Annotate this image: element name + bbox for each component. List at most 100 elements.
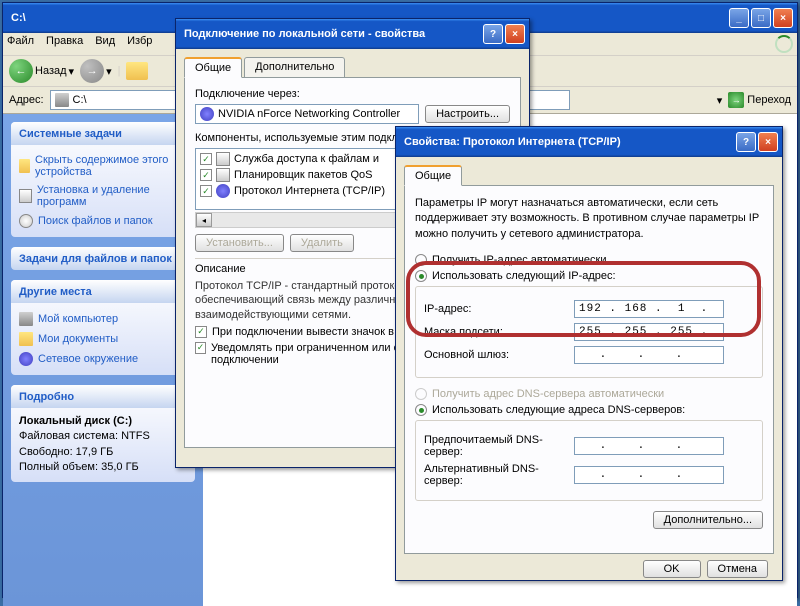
panel-header: Другие места bbox=[19, 286, 92, 298]
connect-via-label: Подключение через: bbox=[195, 88, 510, 100]
search-icon bbox=[19, 214, 33, 228]
install-button[interactable]: Установить... bbox=[195, 234, 284, 252]
radio-icon bbox=[415, 388, 427, 400]
tabstrip: Общие Дополнительно bbox=[184, 57, 521, 78]
radio-icon bbox=[415, 254, 427, 266]
ip-fieldset: IP-адрес: Маска подсети: Основной шлюз: bbox=[415, 286, 763, 378]
checkbox-icon[interactable]: ✓ bbox=[200, 153, 212, 165]
panel-system-tasks: Системные задачи⌃ Скрыть содержимое этог… bbox=[11, 122, 195, 237]
details-free: Свободно: 17,9 ГБ bbox=[19, 446, 113, 458]
sidebar-item-search[interactable]: Поиск файлов и папок bbox=[19, 211, 187, 231]
sidebar: Системные задачи⌃ Скрыть содержимое этог… bbox=[3, 114, 203, 606]
panel-file-tasks: Задачи для файлов и папок⌃ bbox=[11, 247, 195, 270]
sidebar-item-add-remove[interactable]: Установка и удаление программ bbox=[19, 181, 187, 211]
minimize-button[interactable]: _ bbox=[729, 8, 749, 28]
gateway-input[interactable] bbox=[574, 346, 724, 364]
dlg1-titlebar: Подключение по локальной сети - свойства… bbox=[176, 19, 529, 49]
radio-auto-dns: Получить адрес DNS-сервера автоматически bbox=[415, 388, 763, 400]
radio-icon bbox=[415, 404, 427, 416]
advanced-button[interactable]: Дополнительно... bbox=[653, 511, 763, 529]
panel-header: Подробно bbox=[19, 391, 74, 403]
radio-auto-ip[interactable]: Получить IP-адрес автоматически bbox=[415, 254, 763, 266]
menu-edit[interactable]: Правка bbox=[46, 35, 83, 53]
configure-button[interactable]: Настроить... bbox=[425, 105, 510, 123]
chevron-down-icon[interactable]: ▾ bbox=[717, 94, 723, 107]
computer-icon bbox=[19, 312, 33, 326]
chevron-down-icon: ▾ bbox=[106, 65, 112, 78]
checkbox-icon[interactable]: ✓ bbox=[200, 185, 212, 197]
preferred-dns-input[interactable] bbox=[574, 437, 724, 455]
drive-icon bbox=[55, 93, 69, 107]
throbber-icon bbox=[775, 35, 793, 53]
ip-label: IP-адрес: bbox=[424, 303, 574, 315]
forward-arrow-icon: → bbox=[80, 59, 104, 83]
go-button[interactable]: → Переход bbox=[728, 92, 791, 108]
sidebar-item-network[interactable]: Сетевое окружение bbox=[19, 349, 187, 369]
back-label: Назад bbox=[35, 65, 67, 77]
dlg1-title: Подключение по локальной сети - свойства bbox=[184, 28, 483, 40]
menu-fav[interactable]: Избр bbox=[127, 35, 152, 53]
programs-icon bbox=[19, 189, 32, 203]
maximize-button[interactable]: □ bbox=[751, 8, 771, 28]
show-icon-checkbox[interactable]: ✓ bbox=[195, 326, 207, 338]
sidebar-item-hide[interactable]: Скрыть содержимое этого устройства bbox=[19, 151, 187, 181]
tcpip-properties-dialog: Свойства: Протокол Интернета (TCP/IP) ? … bbox=[395, 126, 783, 581]
dns2-label: Альтернативный DNS-сервер: bbox=[424, 463, 574, 487]
forward-button[interactable]: → ▾ bbox=[80, 59, 112, 83]
radio-icon bbox=[415, 270, 427, 282]
details-fs: Файловая система: NTFS bbox=[19, 430, 150, 442]
chevron-down-icon: ▾ bbox=[69, 65, 75, 78]
ok-button[interactable]: OK bbox=[643, 560, 701, 578]
panel-details: Подробно⌃ Локальный диск (C:) Файловая с… bbox=[11, 385, 195, 482]
scroll-left-icon[interactable]: ◂ bbox=[196, 213, 212, 227]
menu-file[interactable]: Файл bbox=[7, 35, 34, 53]
go-arrow-icon: → bbox=[728, 92, 744, 108]
adapter-name: NVIDIA nForce Networking Controller bbox=[195, 104, 419, 124]
sidebar-item-computer[interactable]: Мой компьютер bbox=[19, 309, 187, 329]
details-total: Полный объем: 35,0 ГБ bbox=[19, 461, 139, 473]
address-label: Адрес: bbox=[9, 94, 44, 106]
tab-general[interactable]: Общие bbox=[184, 57, 242, 78]
cancel-button[interactable]: Отмена bbox=[707, 560, 768, 578]
tab-advanced[interactable]: Дополнительно bbox=[244, 57, 345, 77]
up-folder-icon[interactable] bbox=[126, 62, 148, 80]
notify-checkbox[interactable]: ✓ bbox=[195, 342, 206, 354]
close-button[interactable]: × bbox=[758, 132, 778, 152]
help-button[interactable]: ? bbox=[483, 24, 503, 44]
checkbox-icon[interactable]: ✓ bbox=[200, 169, 212, 181]
tabstrip: Общие bbox=[404, 165, 774, 186]
gateway-label: Основной шлюз: bbox=[424, 349, 574, 361]
dlg2-title: Свойства: Протокол Интернета (TCP/IP) bbox=[404, 136, 736, 148]
back-arrow-icon: ← bbox=[9, 59, 33, 83]
alternate-dns-input[interactable] bbox=[574, 466, 724, 484]
subnet-mask-input[interactable] bbox=[574, 323, 724, 341]
details-title: Локальный диск (C:) bbox=[19, 415, 132, 427]
close-button[interactable]: × bbox=[505, 24, 525, 44]
close-button[interactable]: × bbox=[773, 8, 793, 28]
adapter-icon bbox=[200, 107, 214, 121]
menu-view[interactable]: Вид bbox=[95, 35, 115, 53]
service-icon bbox=[216, 152, 230, 166]
mask-label: Маска подсети: bbox=[424, 326, 574, 338]
service-icon bbox=[216, 168, 230, 182]
go-label: Переход bbox=[747, 94, 791, 106]
network-icon bbox=[19, 352, 33, 366]
radio-use-dns[interactable]: Использовать следующие адреса DNS-сервер… bbox=[415, 404, 763, 416]
sidebar-item-documents[interactable]: Мои документы bbox=[19, 329, 187, 349]
protocol-icon bbox=[216, 184, 230, 198]
ip-address-input[interactable] bbox=[574, 300, 724, 318]
dlg2-titlebar: Свойства: Протокол Интернета (TCP/IP) ? … bbox=[396, 127, 782, 157]
folder-icon bbox=[19, 159, 30, 173]
tab-general[interactable]: Общие bbox=[404, 165, 462, 186]
dns-fieldset: Предпочитаемый DNS-сервер: Альтернативны… bbox=[415, 420, 763, 501]
info-text: Параметры IP могут назначаться автоматич… bbox=[415, 196, 763, 242]
help-button[interactable]: ? bbox=[736, 132, 756, 152]
radio-use-ip[interactable]: Использовать следующий IP-адрес: bbox=[415, 270, 763, 282]
address-value: C:\ bbox=[73, 94, 87, 106]
folder-icon bbox=[19, 332, 33, 346]
panel-header: Задачи для файлов и папок bbox=[19, 253, 172, 265]
uninstall-button[interactable]: Удалить bbox=[290, 234, 354, 252]
panel-other-places: Другие места⌃ Мой компьютер Мои документ… bbox=[11, 280, 195, 375]
panel-header: Системные задачи bbox=[19, 128, 122, 140]
back-button[interactable]: ← Назад ▾ bbox=[9, 59, 74, 83]
